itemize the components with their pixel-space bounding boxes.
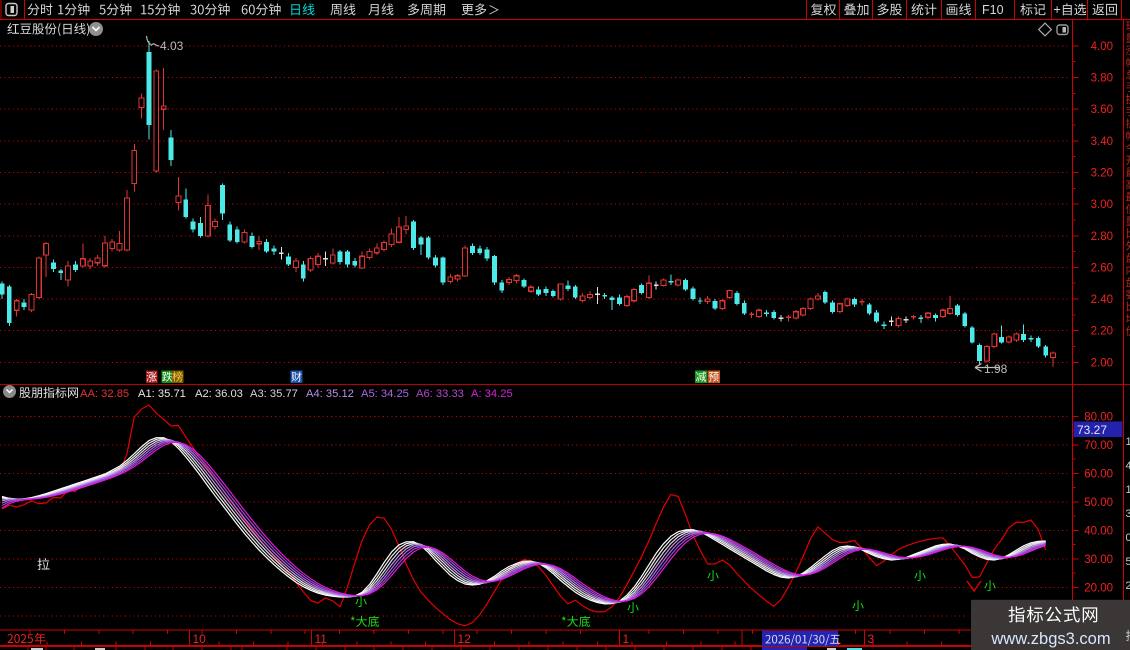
svg-text:5: 5 <box>1126 556 1130 568</box>
svg-text:www.zbgs3.com: www.zbgs3.com <box>990 630 1110 648</box>
svg-text:2.40: 2.40 <box>1091 294 1113 306</box>
svg-text:2: 2 <box>1126 580 1130 592</box>
svg-text:60.00: 60.00 <box>1084 469 1113 481</box>
svg-text:70.00: 70.00 <box>1084 440 1113 452</box>
svg-text:A4: 35.12: A4: 35.12 <box>306 388 354 400</box>
svg-text:4.03: 4.03 <box>160 39 184 53</box>
svg-text:A2: 36.03: A2: 36.03 <box>195 388 243 400</box>
svg-text:1: 1 <box>1126 436 1130 448</box>
svg-text:F10: F10 <box>982 3 1004 17</box>
svg-text:A6: 33.33: A6: 33.33 <box>416 388 464 400</box>
svg-text:4: 4 <box>1126 460 1130 472</box>
svg-text:2.80: 2.80 <box>1091 231 1113 243</box>
svg-text:A3: 35.77: A3: 35.77 <box>250 388 298 400</box>
svg-text:30.00: 30.00 <box>1084 554 1113 566</box>
svg-text:AA: 32.85: AA: 32.85 <box>80 388 129 400</box>
svg-text:3.20: 3.20 <box>1091 168 1113 180</box>
svg-text:3.00: 3.00 <box>1091 199 1113 211</box>
svg-text:40.00: 40.00 <box>1084 526 1113 538</box>
svg-text:3.80: 3.80 <box>1091 73 1113 85</box>
svg-text:50.00: 50.00 <box>1084 497 1113 509</box>
svg-text:A5: 34.25: A5: 34.25 <box>361 388 409 400</box>
svg-text:20.00: 20.00 <box>1084 583 1113 595</box>
svg-text:0: 0 <box>1126 532 1130 544</box>
svg-text:3: 3 <box>868 632 875 646</box>
svg-text:A: 34.25: A: 34.25 <box>471 388 513 400</box>
svg-text:1: 1 <box>623 632 630 646</box>
svg-text:2.00: 2.00 <box>1091 357 1113 369</box>
svg-text:3.40: 3.40 <box>1091 136 1113 148</box>
svg-text:10: 10 <box>193 632 207 646</box>
svg-text:2.20: 2.20 <box>1091 326 1113 338</box>
svg-text:4.00: 4.00 <box>1091 41 1113 53</box>
svg-text:A1: 35.71: A1: 35.71 <box>138 388 186 400</box>
svg-text:12: 12 <box>458 632 472 646</box>
svg-text:2.60: 2.60 <box>1091 262 1113 274</box>
svg-text:3.60: 3.60 <box>1091 104 1113 116</box>
svg-text:73.27: 73.27 <box>1077 423 1107 437</box>
svg-text:3: 3 <box>1126 508 1130 520</box>
svg-text:1.98: 1.98 <box>984 362 1008 376</box>
svg-text:1: 1 <box>1126 484 1130 496</box>
svg-text:11: 11 <box>315 632 328 646</box>
